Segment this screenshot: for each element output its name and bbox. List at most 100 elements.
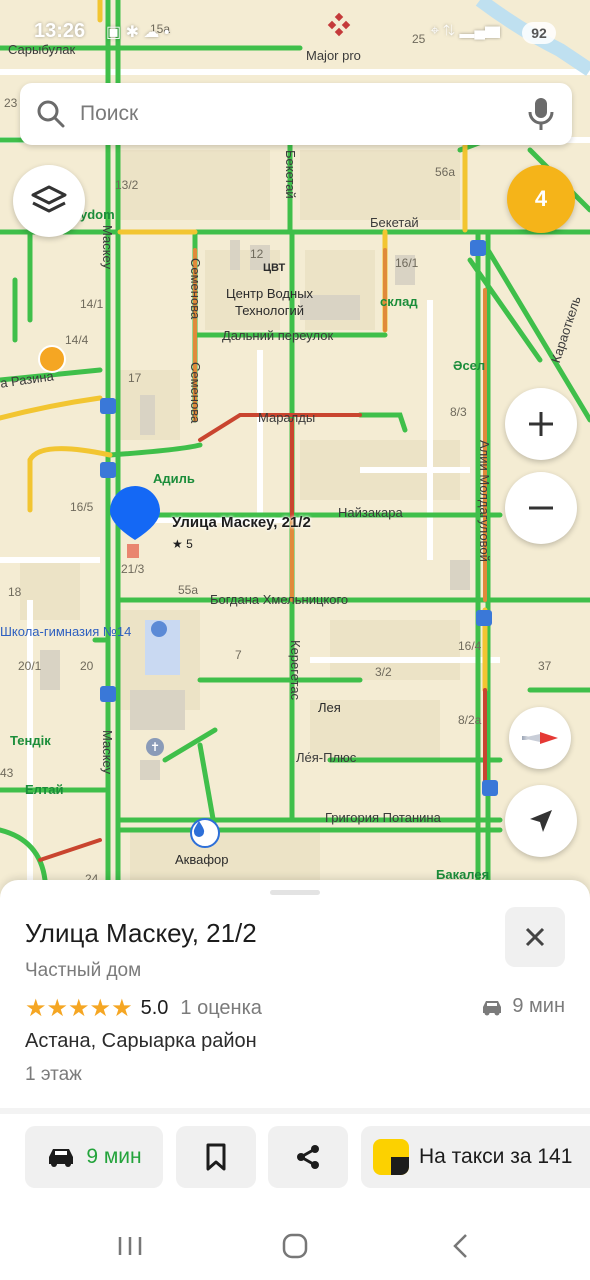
my-location-button[interactable] — [505, 785, 577, 857]
poi-label: Школа-гимназия №14 — [0, 624, 132, 639]
back-icon — [453, 1234, 467, 1258]
minus-icon — [529, 506, 553, 510]
house-number: 17 — [128, 371, 142, 385]
poi-label: Аквафор — [175, 852, 229, 867]
share-button[interactable] — [268, 1126, 348, 1188]
battery-indicator: 92 — [522, 22, 556, 44]
notification-icons: ▣ ✱ ☁ • — [106, 24, 170, 41]
poi-label: Елтай — [25, 782, 64, 797]
house-number: 14/4 — [65, 333, 89, 347]
close-button[interactable] — [505, 907, 565, 967]
location-arrow-icon — [530, 810, 552, 832]
bus-stop-icon[interactable] — [476, 610, 492, 626]
house-number: 13/2 — [115, 178, 139, 192]
share-icon — [297, 1145, 319, 1169]
house-number: 12 — [250, 247, 264, 261]
street-label: Керегетас — [288, 640, 303, 701]
recent-apps-icon — [118, 1237, 142, 1255]
recent-apps-button[interactable] — [105, 1226, 155, 1266]
status-bar: 13:26 ▣ ✱ ☁ • ⌖ ⇅ ▂▄▆ 92 — [0, 0, 590, 60]
signal-icons: ⌖ ⇅ ▂▄▆ — [430, 22, 500, 39]
status-time: 13:26 — [34, 20, 86, 42]
water-drop-icon[interactable] — [190, 818, 220, 848]
taxi-button[interactable]: На такси за 141 — [361, 1126, 590, 1188]
zoom-out-button[interactable] — [505, 472, 577, 544]
drive-time-label: 9 мин — [512, 995, 565, 1017]
house-number: 16/5 — [70, 500, 94, 514]
bookmark-icon — [206, 1143, 226, 1171]
house-number: 7 — [235, 648, 242, 662]
route-button[interactable]: 9 мин — [25, 1126, 163, 1188]
taxi-label: На такси за 141 — [419, 1145, 573, 1168]
bookmark-button[interactable] — [176, 1126, 256, 1188]
house-number: 37 — [538, 659, 552, 673]
car-icon — [483, 1000, 502, 1015]
church-icon[interactable]: ✝ — [146, 738, 164, 756]
back-button[interactable] — [435, 1226, 485, 1266]
action-bar: 9 мин На такси за 141 — [0, 1126, 590, 1188]
street-label: Алии Молдагуловой — [477, 440, 492, 562]
place-title: Улица Маскеу, 21/2 — [25, 918, 257, 948]
street-label: Маскеу — [100, 730, 115, 775]
place-category: Частный дом — [25, 960, 142, 981]
plus-icon — [529, 412, 553, 436]
bus-stop-icon[interactable] — [470, 240, 486, 256]
house-number: 55а — [178, 583, 199, 597]
compass-icon — [522, 732, 558, 744]
house-number: 21/3 — [121, 562, 145, 576]
house-number: 18 — [8, 585, 22, 599]
zoom-in-button[interactable] — [505, 388, 577, 460]
place-floors: 1 этаж — [25, 1064, 82, 1085]
house-number: 43 — [0, 766, 14, 780]
search-input[interactable] — [80, 95, 500, 133]
poi-label: ЦВТ — [263, 262, 286, 274]
poi-label: склад — [380, 294, 418, 309]
poi-label: Лея — [318, 700, 341, 715]
taxi-logo-icon — [373, 1139, 409, 1175]
house-number: 8/3 — [450, 405, 467, 419]
close-icon — [525, 927, 545, 947]
compass-button[interactable] — [509, 707, 571, 769]
rating-count: 1 оценка — [180, 996, 262, 1019]
food-icon[interactable] — [38, 345, 66, 373]
street-label: Найзакара — [338, 505, 403, 520]
layers-button[interactable] — [13, 165, 85, 237]
place-address: Астана, Сарыарка район — [25, 1030, 257, 1052]
street-label: Бекетай — [283, 150, 298, 199]
search-bar[interactable] — [20, 83, 572, 145]
street-label: Богдана Хмельницкого — [210, 592, 349, 607]
house-number: 23 — [4, 96, 18, 110]
street-label: Дальний переулок — [222, 328, 334, 343]
car-icon — [49, 1149, 74, 1167]
home-icon — [282, 1233, 308, 1259]
house-number: 16/1 — [395, 256, 419, 270]
layers-icon — [31, 185, 67, 213]
drag-handle[interactable] — [270, 890, 320, 895]
house-number: 56а — [435, 165, 456, 179]
drive-time[interactable]: 9 мин — [480, 995, 565, 1018]
search-icon — [37, 100, 65, 128]
bus-stop-icon[interactable] — [100, 398, 116, 414]
house-number: 20/1 — [18, 659, 42, 673]
rating-stars: ★★★★★ — [25, 994, 133, 1022]
street-label: Маскеу — [100, 225, 115, 270]
poi-label: Технологий — [235, 303, 305, 318]
system-navigation-bar — [0, 1212, 590, 1280]
home-button[interactable] — [270, 1226, 320, 1266]
rating-score: 5.0 — [140, 996, 169, 1019]
divider — [0, 1108, 590, 1114]
marker-rating: ★ 5 — [172, 537, 193, 551]
bus-stop-icon[interactable] — [100, 686, 116, 702]
poi-label: Тендік — [10, 733, 51, 748]
poi-label: Әсел — [453, 358, 486, 373]
street-label: Бекетай — [370, 215, 419, 230]
bus-stop-icon[interactable] — [100, 462, 116, 478]
traffic-level-button[interactable]: 4 — [507, 165, 575, 233]
bus-stop-icon[interactable] — [482, 780, 498, 796]
school-icon[interactable] — [150, 620, 168, 638]
microphone-icon[interactable] — [528, 97, 554, 131]
street-label: Маралды — [258, 410, 316, 425]
rating-row[interactable]: ★★★★★ 5.0 1 оценка — [25, 994, 262, 1022]
poi-label: Центр Водных — [226, 286, 314, 301]
poi-label: ydom — [80, 207, 115, 222]
